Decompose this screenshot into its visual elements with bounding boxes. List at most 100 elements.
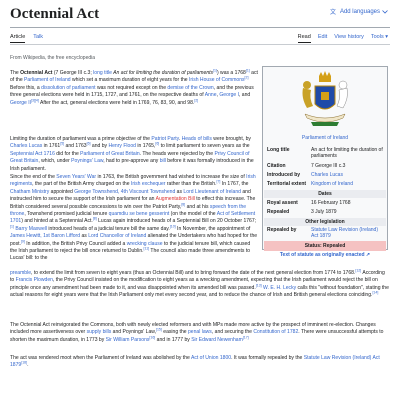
- text-run: , the part of the British Army charged o…: [32, 181, 131, 188]
- translate-icon: 文: [330, 8, 338, 15]
- link-act-of-union[interactable]: Act of Union 1800: [191, 355, 231, 361]
- ref[interactable]: [2]: [245, 76, 249, 80]
- infobox-row-repealed: Repealed 3 July 1879: [267, 209, 384, 215]
- infobox-other-legislation-heading: Other legislation: [264, 218, 386, 226]
- text-run: Since the end of the: [10, 174, 57, 180]
- statute-text-link-row[interactable]: Text of statute as originally enacted ↗: [262, 252, 388, 258]
- paragraph-intro: The Octennial Act (7 George III c.3; lon…: [10, 69, 258, 107]
- link-quamdiu[interactable]: quamdiu se bene gesserint: [109, 211, 170, 217]
- paragraph-repeal: The act was rendered moot when the Parli…: [10, 355, 390, 370]
- tab-edit[interactable]: Edit: [318, 34, 327, 43]
- text-run: (7 George III c.3;: [52, 70, 94, 76]
- ref[interactable]: [13]: [256, 283, 262, 287]
- coat-of-arms-image[interactable]: [295, 70, 355, 132]
- text-run: In 1767, the: [220, 181, 249, 188]
- infobox-value-link[interactable]: Kingdom of Ireland: [311, 181, 384, 187]
- link-dissolution[interactable]: dissolution of parliament: [41, 85, 95, 91]
- ref[interactable]: [2]: [194, 98, 198, 102]
- chevron-down-icon: ▾: [385, 34, 388, 40]
- infobox-key: Repealed by: [267, 227, 297, 233]
- status-badge: Status: Repealed: [264, 241, 386, 251]
- text-run: which set a maximum duration of eight ye…: [70, 77, 189, 84]
- link-edward-newenham[interactable]: Sir Edward Newenham: [191, 337, 243, 343]
- text-run: was not required except on the: [95, 84, 168, 91]
- ref[interactable]: [14]: [372, 291, 378, 295]
- infobox-row-citation: Citation 7 George III c.3: [267, 163, 384, 169]
- link-preamble[interactable]: preamble: [10, 270, 31, 276]
- text-run: After the act, general elections were he…: [38, 99, 195, 106]
- link-supply-bills[interactable]: supply bills: [87, 329, 112, 335]
- link-demise-of-crown[interactable]: demise of the Crown: [167, 85, 213, 91]
- link-irish-house-of-commons[interactable]: Irish House of Commons: [189, 77, 245, 83]
- link-irish-exchequer[interactable]: Irish exchequer: [131, 181, 166, 187]
- add-languages-button[interactable]: 文 Add languages: [330, 8, 388, 15]
- text-run: In addition, the British Privy Council a…: [24, 240, 127, 247]
- text-run: ) was a 1768: [216, 70, 246, 76]
- link-lecky[interactable]: W. E. H. Lecky: [263, 285, 296, 291]
- link-parliament-of-great-britain[interactable]: Parliament of Great Britain: [80, 151, 139, 157]
- link-long-title[interactable]: long title: [93, 70, 112, 76]
- text-run: to limit parliament to seven years as th…: [159, 143, 250, 150]
- infobox-value: An act for limiting the duration of parl…: [311, 147, 383, 159]
- infobox-row-long-title: Long title An act for limiting the durat…: [267, 147, 384, 159]
- infobox-key: Citation: [267, 163, 286, 169]
- tab-article[interactable]: Article: [10, 34, 26, 43]
- text-run: appointed: [49, 188, 75, 195]
- link-lord-chancellor[interactable]: Lord Chancellor of Ireland: [88, 233, 146, 239]
- text-run: in 1761: [42, 143, 61, 150]
- link-george-i[interactable]: George I: [219, 92, 239, 98]
- link-chatham-ministry[interactable]: Chatham Ministry: [10, 189, 49, 195]
- ref[interactable]: [3][4]: [31, 98, 39, 102]
- link-seven-years-war[interactable]: Seven Years' War: [56, 174, 96, 180]
- text-run: in 1763, the British government had wish…: [96, 174, 247, 180]
- infobox-value-link[interactable]: Statute Law Revision (Ireland) Act 1879: [311, 227, 384, 239]
- link-parliament-of-ireland[interactable]: Parliament of Ireland: [24, 77, 71, 83]
- text-run: Limiting the duration of parliament was …: [10, 136, 152, 142]
- tab-read[interactable]: Read: [297, 34, 311, 43]
- ref[interactable]: [17]: [243, 335, 249, 339]
- tools-label: Tools: [370, 34, 384, 40]
- infobox-key: Repealed: [267, 209, 290, 215]
- link-barry-maxwell[interactable]: Barry Maxwell: [15, 226, 47, 232]
- article-subject: Octennial Act: [20, 70, 53, 76]
- chevron-down-icon: [382, 9, 388, 14]
- text-run: , had to pre-approve any: [103, 158, 160, 165]
- link-william-parsons[interactable]: Sir William Parsons: [106, 337, 150, 343]
- infobox-key: Royal assent: [267, 200, 298, 206]
- link-charles-lucas[interactable]: Charles Lucas: [10, 143, 42, 149]
- infobox-caption[interactable]: Parliament of Ireland: [263, 135, 387, 141]
- link-george-townshend[interactable]: George Townshend, 4th Viscount Townshend: [74, 189, 175, 195]
- infobox-key: Territorial extent: [267, 181, 307, 187]
- text-run: rather than the British.: [165, 181, 217, 188]
- link-anne[interactable]: Anne: [205, 92, 217, 98]
- text-run: , and: [238, 92, 251, 99]
- tab-view-history[interactable]: View history: [334, 34, 364, 43]
- link-henry-flood[interactable]: Henry Flood: [108, 143, 136, 149]
- text-run: introduced heads of a judicial tenure bi…: [47, 225, 170, 232]
- text-run: were brought, by: [211, 136, 251, 142]
- link-augmentation-bill[interactable]: Augmentation Bill: [156, 196, 195, 202]
- tabs-divider: [10, 44, 390, 45]
- link-penal-laws[interactable]: penal laws: [188, 329, 212, 335]
- text-run: ) and hinted at a Septennial Act.: [21, 218, 93, 225]
- text-run: as: [80, 233, 89, 240]
- text-run: The: [10, 70, 21, 76]
- text-run: The act was rendered moot when the Parli…: [10, 355, 191, 361]
- link-constitution-1782[interactable]: Constitution of 1782: [253, 329, 298, 335]
- title-divider: [10, 27, 390, 28]
- link-septennial-act[interactable]: Septennial Act 1716: [10, 151, 55, 157]
- infobox-value-link[interactable]: Charles Lucas: [311, 172, 384, 178]
- tab-talk[interactable]: Talk: [33, 34, 43, 43]
- text-run: in 1765,: [135, 143, 156, 150]
- link-lord-lieutenant[interactable]: Lord Lieutenant of Ireland: [183, 189, 241, 195]
- text-run: Lucas again introduced heads of a Septen…: [96, 218, 257, 225]
- text-run: (on the model of the: [169, 211, 217, 218]
- infobox-row-royal-assent: Royal assent 16 February 1768: [267, 200, 384, 206]
- statute-text-link[interactable]: Text of statute as originally enacted: [280, 252, 365, 258]
- link-francis-plowden[interactable]: Francis Plowden: [16, 277, 53, 283]
- link-poynings-law[interactable]: Poynings' Law: [71, 158, 103, 164]
- text-run: In November, the appointment of: [175, 225, 251, 232]
- tools-menu[interactable]: Tools ▾: [371, 34, 388, 43]
- link-george-ii[interactable]: George II: [10, 100, 31, 106]
- link-heads-of-bills[interactable]: Heads of bills: [182, 136, 212, 142]
